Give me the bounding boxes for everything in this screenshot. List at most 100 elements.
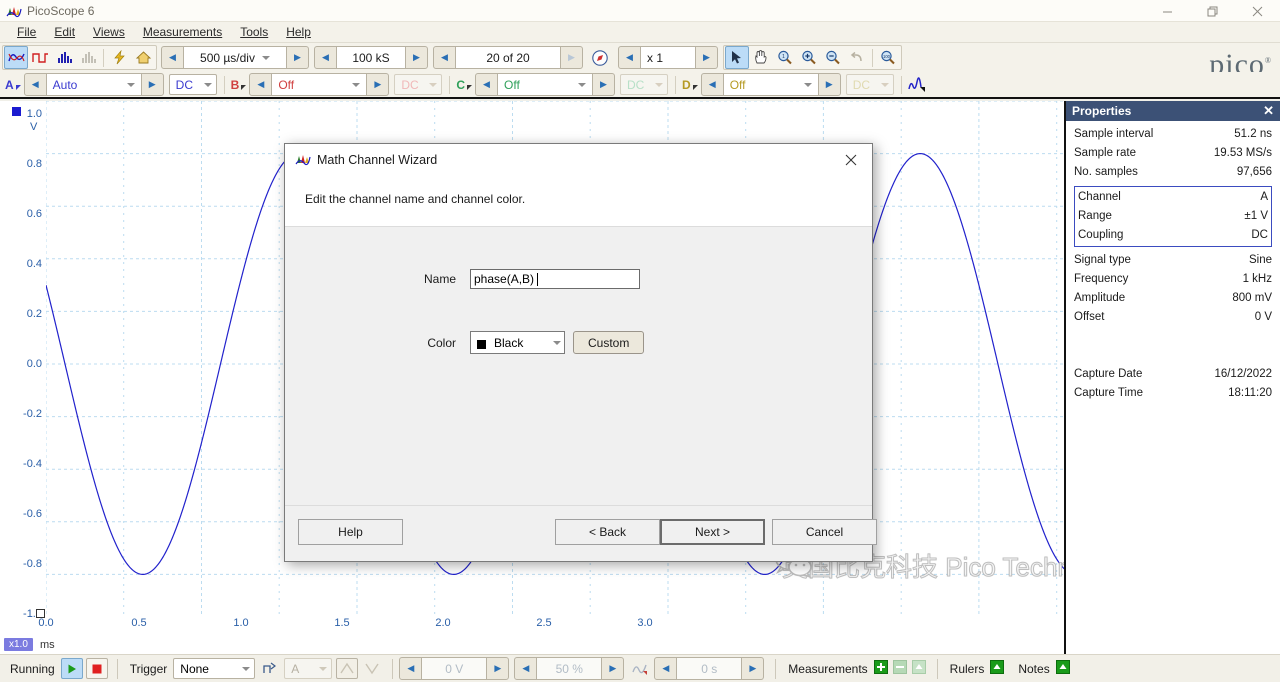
custom-color-button[interactable]: Custom (573, 331, 644, 354)
rulers-icon[interactable] (990, 660, 1004, 677)
zoom-100-icon[interactable]: 100 (876, 46, 900, 69)
notes-icon[interactable] (1056, 660, 1070, 677)
cancel-button[interactable]: Cancel (772, 519, 877, 545)
samples-field[interactable]: 100 kS (336, 47, 406, 68)
property-row: No. samples 97,656 (1074, 163, 1272, 182)
pretrigger-field[interactable]: 50 % (536, 658, 602, 679)
falling-edge-icon[interactable] (361, 658, 383, 679)
scope-mode-icon[interactable] (4, 46, 28, 69)
channel-c-menu[interactable]: C (453, 78, 475, 92)
zoom-in-tool-icon[interactable] (797, 46, 821, 69)
channel-c-coupling-select[interactable]: DC (620, 74, 668, 95)
channel-b-range-field[interactable]: Off (271, 74, 367, 95)
properties-close-button[interactable]: ✕ (1263, 103, 1274, 119)
measurements-label: Measurements (788, 662, 867, 676)
x-tick: 2.5 (536, 617, 551, 629)
channel-d-range-prev[interactable]: ◀ (702, 74, 723, 95)
remove-measurement-icon[interactable] (893, 660, 907, 677)
edit-measurement-icon[interactable] (912, 660, 926, 677)
zoom-factor-field[interactable]: x 1 (640, 47, 696, 68)
home-icon[interactable] (131, 46, 155, 69)
math-channel-icon[interactable] (905, 73, 929, 96)
chevron-down-icon (262, 56, 270, 60)
channel-b-menu[interactable]: B (228, 78, 250, 92)
threshold-prev-button[interactable]: ◀ (400, 658, 421, 679)
back-button[interactable]: < Back (555, 519, 660, 545)
color-select[interactable]: Black (470, 331, 565, 354)
trigger-wave-icon[interactable] (629, 658, 651, 679)
zoom-factor-next-button[interactable]: ▶ (696, 47, 717, 68)
pretrigger-prev-button[interactable]: ◀ (515, 658, 536, 679)
spectrum-mode-icon[interactable] (52, 46, 76, 69)
trigger-source-select[interactable]: A (284, 658, 332, 679)
x-multiplier-badge[interactable]: x1.0 (4, 638, 33, 651)
trigger-mode-select[interactable]: None (173, 658, 255, 679)
samples-prev-button[interactable]: ◀ (315, 47, 336, 68)
square-wave-icon[interactable] (28, 46, 52, 69)
channel-a-range-next[interactable]: ▶ (142, 74, 163, 95)
channel-d-range-field[interactable]: Off (723, 74, 819, 95)
channel-c-range-field[interactable]: Off (497, 74, 593, 95)
threshold-next-button[interactable]: ▶ (487, 658, 508, 679)
menu-views-label: Views (93, 25, 125, 39)
name-input[interactable]: phase(A,B) (470, 269, 640, 289)
channel-c-range-prev[interactable]: ◀ (476, 74, 497, 95)
property-value: 16/12/2022 (1214, 367, 1272, 382)
mode-button-group (2, 45, 157, 70)
channel-b-coupling-select[interactable]: DC (394, 74, 442, 95)
minimize-button[interactable] (1145, 0, 1190, 22)
timebase-prev-button[interactable]: ◀ (162, 47, 183, 68)
channel-d-coupling-select[interactable]: DC (846, 74, 894, 95)
buffer-field[interactable]: 20 of 20 (455, 47, 561, 68)
channel-a-menu[interactable]: A (2, 78, 24, 92)
menu-measurements[interactable]: Measurements (134, 23, 231, 41)
dialog-title-bar: Math Channel Wizard (285, 144, 872, 176)
next-button[interactable]: Next > (660, 519, 765, 545)
timebase-next-button[interactable]: ▶ (287, 47, 308, 68)
menu-file[interactable]: File (8, 23, 45, 41)
pretrigger-next-button[interactable]: ▶ (602, 658, 623, 679)
menu-help[interactable]: Help (277, 23, 320, 41)
zoom-out-tool-icon[interactable] (821, 46, 845, 69)
channel-c-range-next[interactable]: ▶ (593, 74, 614, 95)
dialog-close-button[interactable] (830, 144, 872, 176)
stop-icon[interactable] (86, 658, 108, 679)
buffer-prev-button[interactable]: ◀ (434, 47, 455, 68)
delay-next-button[interactable]: ▶ (742, 658, 763, 679)
channel-d-range-next[interactable]: ▶ (819, 74, 840, 95)
delay-field[interactable]: 0 s (676, 658, 742, 679)
threshold-field[interactable]: 0 V (421, 658, 487, 679)
menu-bar: File Edit Views Measurements Tools Help (0, 22, 1280, 43)
help-button[interactable]: Help (298, 519, 403, 545)
close-button[interactable] (1235, 0, 1280, 22)
y-tick: 0.8 (27, 158, 42, 170)
timebase-field[interactable]: 500 µs/div (183, 47, 287, 68)
delay-prev-button[interactable]: ◀ (655, 658, 676, 679)
rising-edge-icon[interactable] (336, 658, 358, 679)
pointer-tool-icon[interactable] (725, 46, 749, 69)
channel-b-range-prev[interactable]: ◀ (250, 74, 271, 95)
hand-pan-tool-icon[interactable] (749, 46, 773, 69)
zoom-one-tool-icon[interactable]: 1 (773, 46, 797, 69)
channel-a-coupling-select[interactable]: DC (169, 74, 217, 95)
menu-edit[interactable]: Edit (45, 23, 84, 41)
channel-a-range-field[interactable]: Auto (46, 74, 142, 95)
menu-views[interactable]: Views (84, 23, 134, 41)
samples-next-button[interactable]: ▶ (406, 47, 427, 68)
signal-generator-icon[interactable] (107, 46, 131, 69)
channel-b-range-next[interactable]: ▶ (367, 74, 388, 95)
maximize-button[interactable] (1190, 0, 1235, 22)
undo-zoom-icon[interactable] (845, 46, 869, 69)
channel-d-menu[interactable]: D (679, 78, 701, 92)
channel-a-range-prev[interactable]: ◀ (25, 74, 46, 95)
buffer-next-button[interactable]: ▶ (561, 47, 582, 68)
trigger-advanced-icon[interactable] (259, 658, 281, 679)
zoom-factor-prev-button[interactable]: ◀ (619, 47, 640, 68)
menu-tools[interactable]: Tools (231, 23, 277, 41)
add-measurement-icon[interactable] (874, 660, 888, 677)
channel-divider-a (224, 76, 225, 94)
color-value: Black (494, 336, 523, 350)
dialog-content: Name phase(A,B) Color Black Custom (285, 227, 872, 505)
compass-icon[interactable] (588, 46, 612, 69)
play-icon[interactable] (61, 658, 83, 679)
